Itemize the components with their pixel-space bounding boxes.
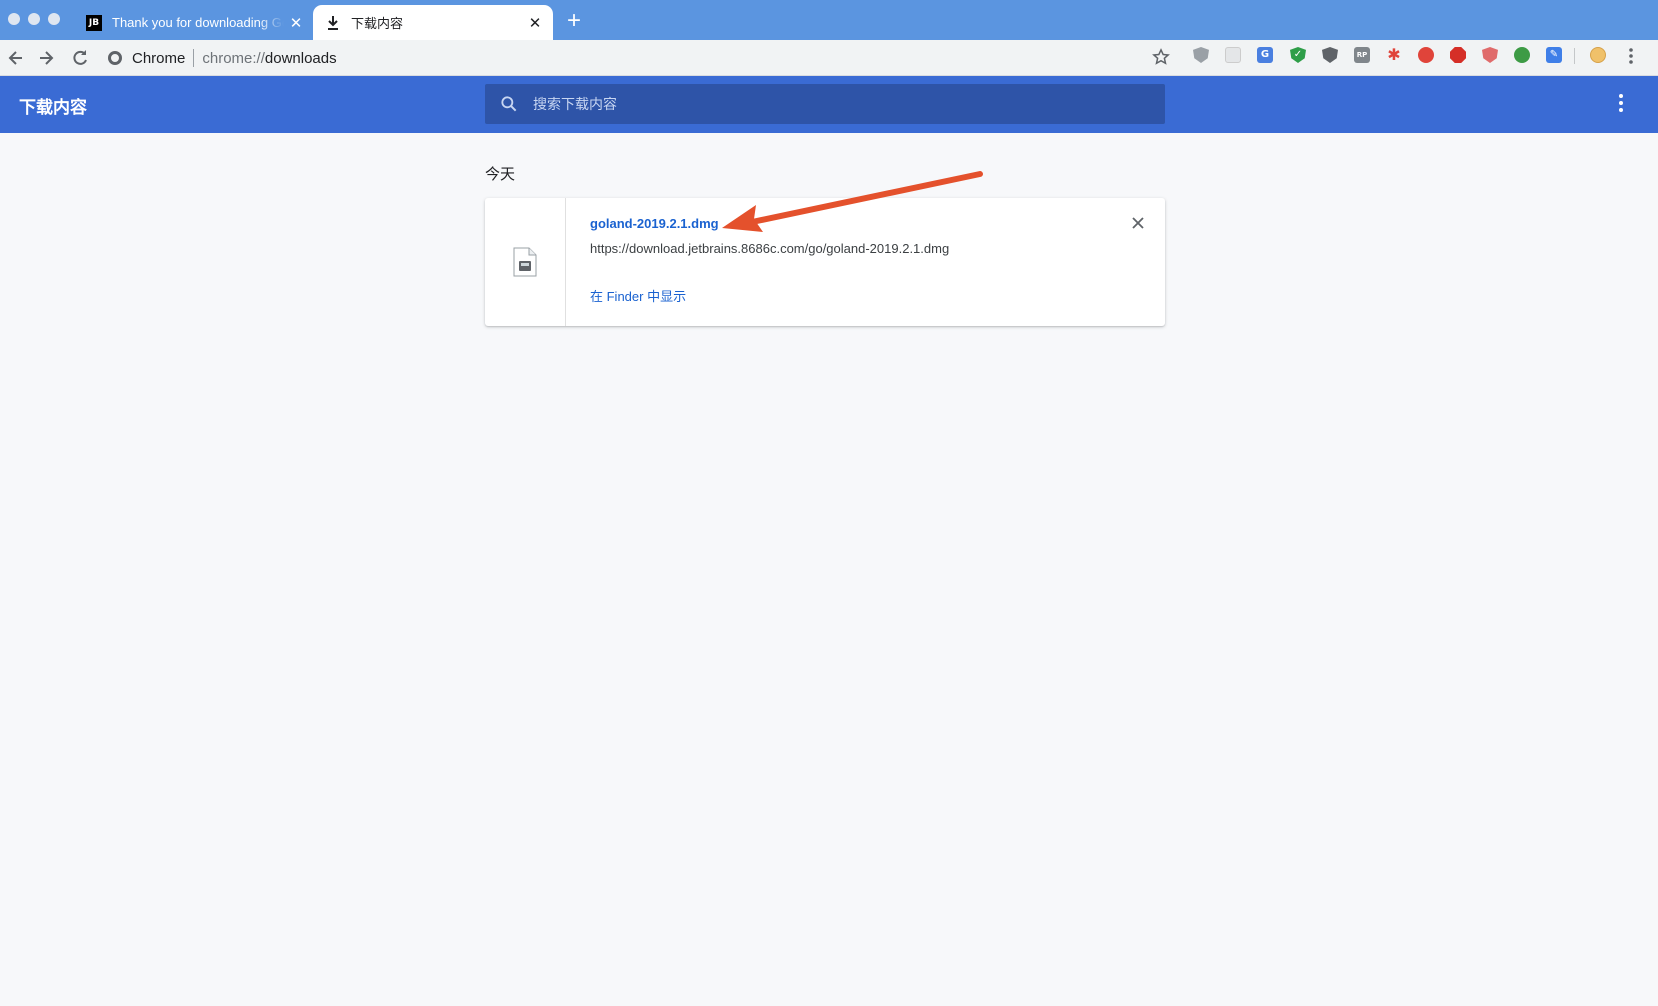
pinwheel-icon[interactable]: ✱ [1386,47,1402,63]
toolbar-divider [1574,48,1575,64]
download-item-card: goland-2019.2.1.dmg https://download.jet… [485,198,1165,326]
tab-downloads[interactable]: 下载内容 ✕ [313,5,553,40]
date-group-label: 今天 [485,166,516,183]
url-scheme: chrome:// [202,49,265,67]
zoom-window-button[interactable] [48,13,60,25]
download-file-name-link[interactable]: goland-2019.2.1.dmg [590,216,719,231]
download-source-url: https://download.jetbrains.8686c.com/go/… [590,241,950,256]
url-path: downloads [264,49,337,67]
new-tab-button[interactable]: + [562,9,586,33]
tab-title: Thank you for downloading GoLand [112,15,284,30]
blue-pen-icon[interactable]: ✎ [1546,47,1562,63]
tab-strip: JB Thank you for downloading GoLand ✕ 下载… [0,0,1658,40]
reload-icon[interactable] [70,48,90,68]
rp-icon[interactable]: RP [1354,47,1370,63]
minimize-window-button[interactable] [28,13,40,25]
profile-avatar-icon[interactable] [1590,47,1606,63]
tab-close-icon[interactable]: ✕ [523,14,547,32]
page-title: 下载内容 [19,98,87,117]
site-label: Chrome [132,49,186,67]
more-actions-menu-icon[interactable] [1615,94,1627,116]
search-input[interactable] [531,95,1135,113]
remove-download-close-icon[interactable] [1130,215,1146,231]
search-box[interactable] [485,84,1165,124]
search-icon [501,96,517,112]
download-icon [325,15,341,31]
jetbrains-logo-icon: JB [86,14,102,31]
red-target-icon[interactable] [1418,47,1434,63]
tab-title: 下载内容 [351,16,404,31]
bookmark-star-icon[interactable] [1152,48,1170,66]
back-arrow-icon[interactable] [6,48,26,68]
downloads-toolbar: 下载内容 [0,76,1658,133]
annotation-arrow [722,171,983,232]
omnibox-divider [193,49,195,67]
extension-shield-icon[interactable] [1225,47,1241,63]
browser-toolbar: Chrome chrome://downloads [0,40,1658,76]
file-icon-column [485,198,566,326]
google-translate-icon[interactable]: G [1257,47,1273,63]
tab-goland-download[interactable]: JB Thank you for downloading GoLand ✕ [76,5,314,40]
forward-arrow-icon[interactable] [36,48,56,68]
chrome-logo-icon [108,51,122,65]
chrome-menu-icon[interactable] [1627,47,1635,65]
close-window-button[interactable] [8,13,20,25]
address-bar[interactable]: Chrome chrome://downloads [108,43,1178,73]
dmg-file-icon [513,247,537,277]
show-in-finder-link[interactable]: 在 Finder 中显示 [590,286,686,305]
adblock-stop-icon[interactable] [1450,47,1466,63]
evernote-icon[interactable] [1514,47,1530,63]
tab-close-icon[interactable]: ✕ [284,14,308,32]
